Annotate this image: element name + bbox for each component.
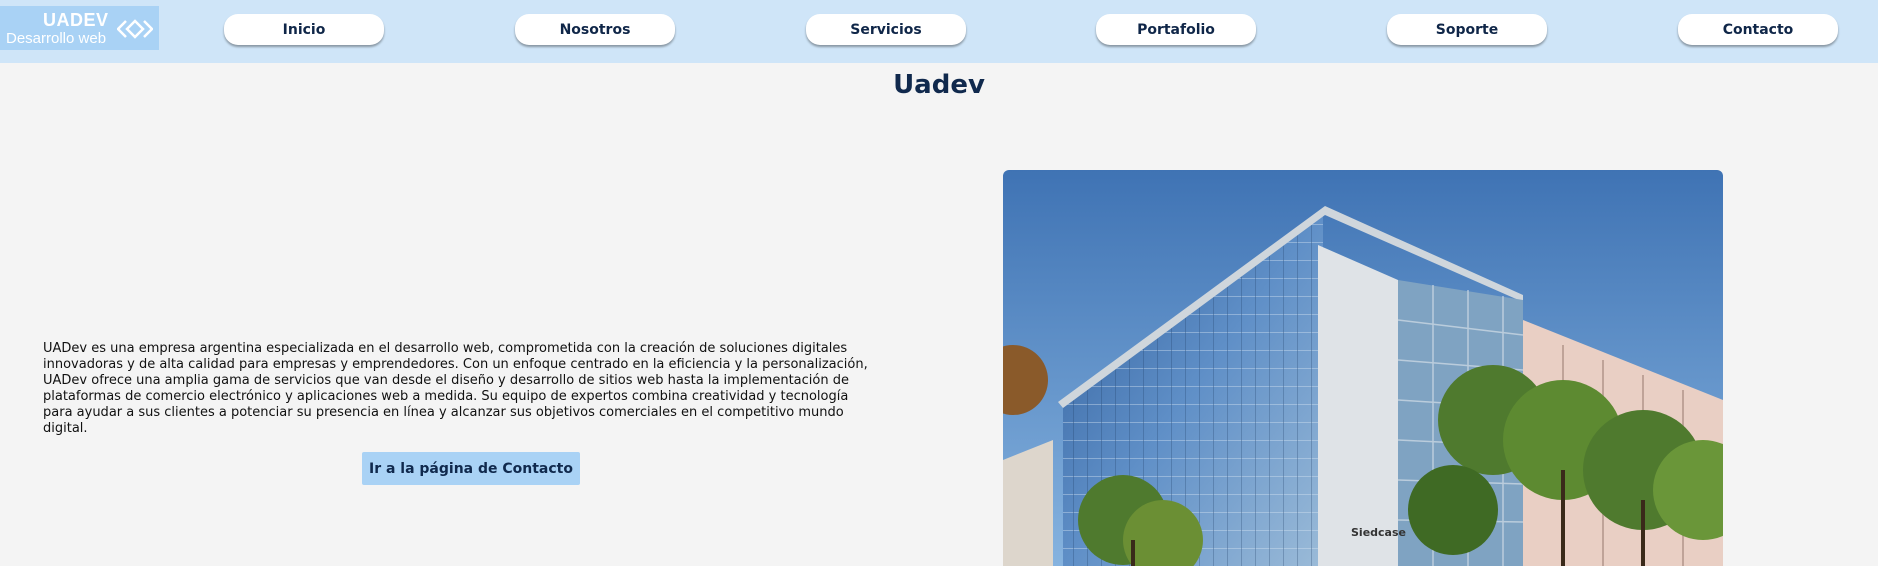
code-brackets-icon xyxy=(117,19,153,39)
top-navbar: UADEV Desarrollo web Inicio Nosotros Ser… xyxy=(0,0,1878,63)
svg-text:Siedcase: Siedcase xyxy=(1351,526,1406,539)
nav-contacto-button[interactable]: Contacto xyxy=(1678,14,1838,45)
logo-subtitle: Desarrollo web xyxy=(6,30,107,47)
logo[interactable]: UADEV Desarrollo web xyxy=(0,6,159,50)
page-title: Uadev xyxy=(893,70,985,100)
nav-soporte-button[interactable]: Soporte xyxy=(1387,14,1547,45)
company-description: UADev es una empresa argentina especiali… xyxy=(43,341,868,436)
nav-nosotros-button[interactable]: Nosotros xyxy=(515,14,675,45)
logo-title: UADEV xyxy=(43,10,109,30)
office-building-image: Siedcase xyxy=(1003,170,1723,566)
nav-servicios-button[interactable]: Servicios xyxy=(806,14,966,45)
contact-page-button[interactable]: Ir a la página de Contacto xyxy=(362,452,580,485)
nav-portafolio-button[interactable]: Portafolio xyxy=(1096,14,1256,45)
nav-inicio-button[interactable]: Inicio xyxy=(224,14,384,45)
